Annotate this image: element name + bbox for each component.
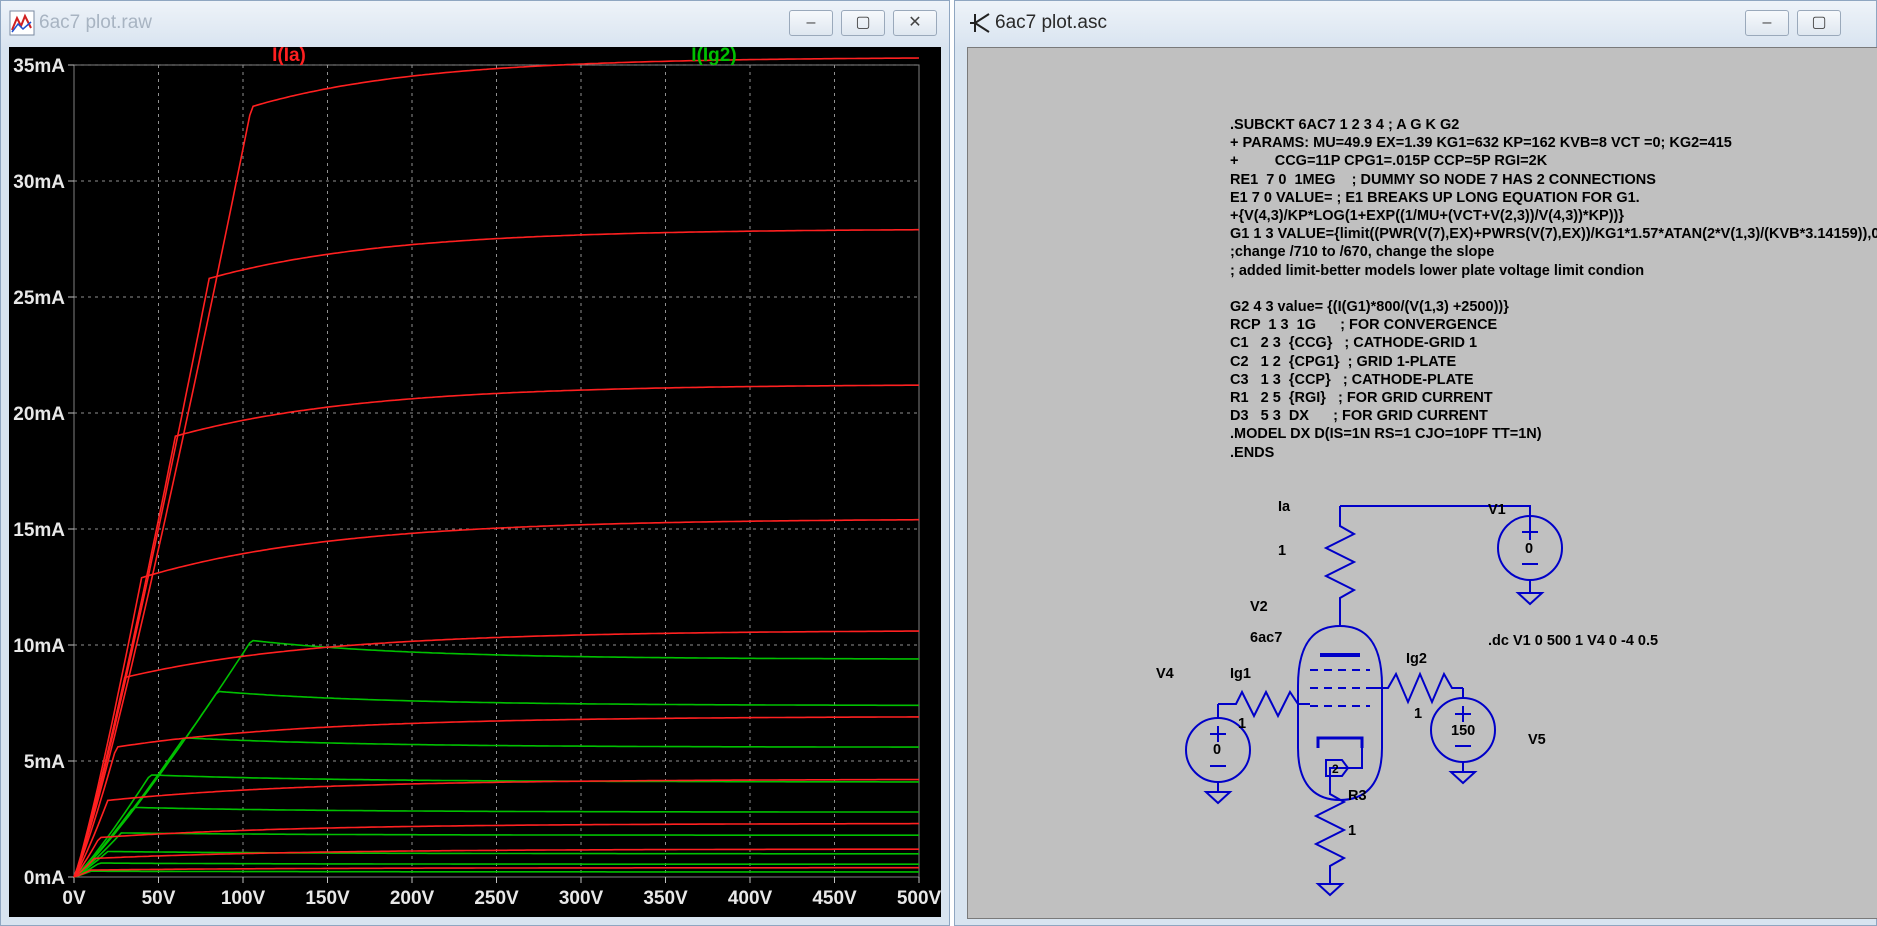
resistor-ig1: [1218, 689, 1310, 719]
resistor-ia: [1323, 506, 1357, 618]
y-tick-label: 30mA: [13, 172, 65, 193]
y-tick-label: 25mA: [13, 288, 65, 309]
minimize-button[interactable]: –: [789, 10, 833, 36]
waveform-window-title: 6ac7 plot.raw: [39, 12, 153, 33]
ground-icon: [1203, 791, 1233, 805]
label-v4: V4: [1156, 666, 1174, 682]
ground-icon: [1315, 883, 1345, 897]
waveform-viewer-icon: [9, 10, 35, 36]
waveform-titlebar[interactable]: 6ac7 plot.raw – ▢ ✕: [1, 1, 949, 47]
legend-entry[interactable]: I(Ig2): [691, 45, 736, 66]
value-ig2: 1: [1414, 706, 1422, 722]
y-tick-label: 15mA: [13, 520, 65, 541]
waveform-window[interactable]: 6ac7 plot.raw – ▢ ✕ 0V 50V 100V 150V 200V 250…: [0, 0, 950, 926]
x-tick-label: 450V: [812, 888, 857, 909]
schematic-canvas[interactable]: .SUBCKT 6AC7 1 2 3 4 ; A G K G2 + PARAMS…: [967, 47, 1877, 919]
minimize-icon: –: [1762, 14, 1772, 31]
plot-pane[interactable]: 0V 50V 100V 150V 200V 250V 300V 350V 400V 450V 500…: [9, 45, 942, 917]
y-tick-label: 0mA: [24, 868, 65, 889]
value-ig1: 1: [1238, 716, 1246, 732]
x-tick-label: 400V: [728, 888, 773, 909]
x-tick-label: 300V: [559, 888, 604, 909]
trace-ig2[interactable]: [73, 870, 919, 878]
close-icon: ✕: [908, 14, 922, 31]
value-v4: 0: [1213, 742, 1221, 758]
value-v5: 150: [1451, 723, 1475, 739]
label-v2-model: 6ac7: [1250, 630, 1282, 646]
label-ig1: Ig1: [1230, 666, 1251, 682]
close-button[interactable]: ✕: [893, 10, 937, 36]
maximize-button[interactable]: ▢: [841, 10, 885, 36]
net-label-2-text: 2: [1332, 762, 1339, 776]
x-tick-label: 150V: [305, 888, 350, 909]
label-ig2: Ig2: [1406, 651, 1427, 667]
schematic-icon: [970, 13, 990, 33]
value-ia: 1: [1278, 543, 1286, 559]
ground-icon: [1515, 592, 1545, 606]
x-tick-label: 0V: [62, 888, 86, 909]
minimize-icon: –: [806, 14, 816, 31]
y-tick-label: 5mA: [24, 752, 65, 773]
label-v5: V5: [1528, 732, 1546, 748]
iv-plot[interactable]: 0V 50V 100V 150V 200V 250V 300V 350V 400V 450V 500…: [9, 45, 941, 917]
label-r3: R3: [1348, 788, 1367, 804]
ground-icon: [1448, 771, 1478, 785]
x-tick-label: 100V: [221, 888, 266, 909]
value-v1: 0: [1525, 541, 1533, 557]
label-ia: Ia: [1278, 499, 1291, 515]
schematic-window[interactable]: 6ac7 plot.asc – ▢ .SUBCKT 6AC7 1 2 3 4 ;…: [954, 0, 1877, 926]
sim-directive: .dc V1 0 500 1 V4 0 -4 0.5: [1488, 633, 1658, 649]
legend-entry[interactable]: I(Ia): [272, 45, 306, 66]
x-tick-label: 500V: [897, 888, 941, 909]
label-v2: V2: [1250, 599, 1268, 615]
label-v1: V1: [1488, 502, 1506, 518]
value-r3: 1: [1348, 823, 1356, 839]
x-tick-label: 50V: [142, 888, 176, 909]
y-tick-label: 10mA: [13, 636, 65, 657]
schematic-titlebar[interactable]: 6ac7 plot.asc – ▢: [955, 1, 1876, 47]
maximize-button[interactable]: ▢: [1797, 10, 1841, 36]
y-tick-label: 20mA: [13, 404, 65, 425]
schematic-drawing: Ia 1 V1 0 V2 6ac7 .dc V1 0 500 1 V4 0 -4…: [1156, 499, 1658, 897]
tube-envelope: [1297, 624, 1383, 802]
maximize-icon: ▢: [1811, 14, 1827, 31]
resistor-ig2: [1370, 671, 1463, 705]
x-tick-label: 350V: [643, 888, 688, 909]
x-tick-label: 250V: [474, 888, 519, 909]
resistor-r3: [1313, 776, 1347, 884]
y-tick-label: 35mA: [13, 56, 65, 77]
x-tick-label: 200V: [390, 888, 435, 909]
maximize-icon: ▢: [855, 14, 871, 31]
schematic-window-title: 6ac7 plot.asc: [995, 12, 1107, 33]
tube-cathode: [1316, 736, 1364, 748]
minimize-button[interactable]: –: [1745, 10, 1789, 36]
